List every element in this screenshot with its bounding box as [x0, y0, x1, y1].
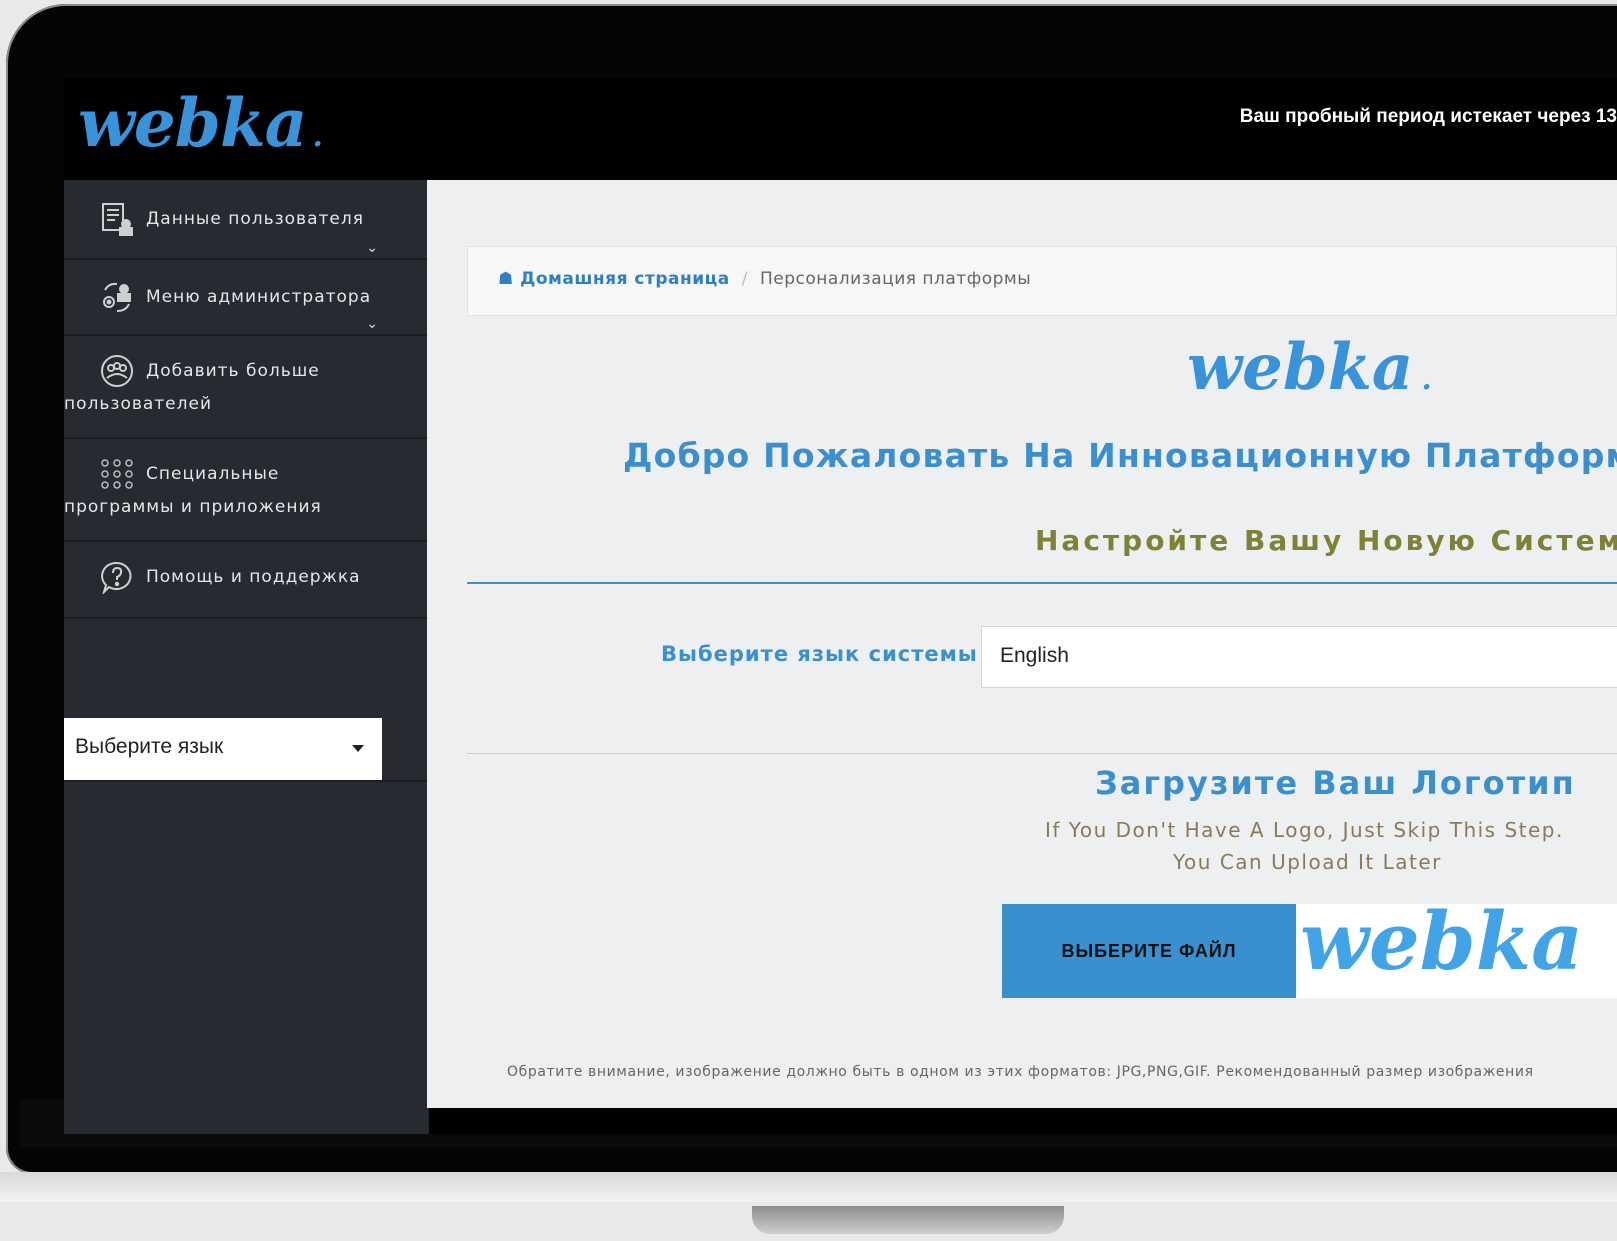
format-note: Обратите внимание, изображение должно бы…	[507, 1064, 1534, 1080]
header-logo[interactable]: webka.	[78, 84, 323, 162]
apps-grid-icon	[100, 457, 134, 491]
sidebar-item-label-line1: Добавить больше	[146, 361, 320, 381]
brand-logo: webka.	[1187, 330, 1432, 405]
user-data-icon	[100, 202, 134, 236]
choose-file-button[interactable]: ВЫБЕРИТЕ ФАЙЛ	[1002, 904, 1296, 998]
home-icon: ☗	[498, 269, 514, 289]
breadcrumb-home-label: Домашняя страница	[520, 269, 730, 289]
trial-notice: Ваш пробный период истекает через 13	[1239, 106, 1617, 127]
laptop-base	[0, 1172, 1617, 1202]
logo-preview-image: webka	[1300, 904, 1583, 988]
sidebar-item-label-line2: пользователей	[64, 394, 213, 414]
breadcrumb: ☗ Домашняя страница / Персонализация платф…	[467, 246, 1617, 316]
admin-menu-icon	[100, 280, 134, 314]
sidebar-item-admin-menu[interactable]: Меню администратора ⌄	[64, 260, 429, 336]
chevron-down-icon[interactable]: ⌄	[366, 316, 379, 332]
header-logo-text: webka	[78, 84, 307, 162]
system-language-select[interactable]: English	[981, 626, 1617, 688]
sidebar-item-label: Данные пользователя	[146, 209, 364, 229]
laptop-hinge	[752, 1206, 1064, 1234]
language-select[interactable]: Выберите язык	[64, 718, 382, 780]
sidebar-item-user-data[interactable]: Данные пользователя ⌄	[64, 180, 429, 260]
sidebar: Данные пользователя ⌄ Меню администратор…	[64, 180, 429, 1134]
sidebar-item-add-users[interactable]: Добавить больше пользователей	[64, 336, 429, 439]
sidebar-item-help[interactable]: Помощь и поддержка	[64, 542, 429, 619]
screen: webka. Ваш пробный период истекает через…	[64, 78, 1617, 1134]
upload-logo-title: Загрузите Ваш Логотип	[1095, 764, 1576, 802]
sidebar-item-special-apps[interactable]: Специальные программы и приложения	[64, 439, 429, 542]
help-icon	[100, 560, 134, 596]
breadcrumb-separator: /	[741, 269, 748, 289]
caret-down-icon	[352, 745, 364, 752]
welcome-heading: Добро Пожаловать На Инновационную Платфо…	[623, 436, 1617, 475]
setup-subheading: Настройте Вашу Новую Систем	[1035, 524, 1617, 557]
divider	[64, 780, 429, 782]
add-users-icon	[100, 354, 134, 388]
divider	[467, 582, 1617, 584]
sidebar-item-label: Меню администратора	[146, 287, 372, 307]
divider	[467, 753, 1617, 754]
upload-hint: If You Don't Have A Logo, Just Skip This…	[1045, 818, 1564, 842]
header-logo-dot: .	[312, 119, 323, 154]
main-content: ☗ Домашняя страница / Персонализация платф…	[427, 180, 1617, 1108]
upload-hint: You Can Upload It Later	[1173, 850, 1442, 874]
language-select-value: Выберите язык	[75, 735, 224, 758]
brand-logo-dot: .	[1421, 362, 1432, 397]
chevron-down-icon[interactable]: ⌄	[366, 240, 379, 256]
sidebar-item-label-line1: Специальные	[146, 464, 280, 484]
logo-preview: webka	[1296, 904, 1617, 998]
system-language-label: Выберите язык системы	[661, 642, 978, 666]
sidebar-item-label-line2: программы и приложения	[64, 497, 322, 517]
sidebar-item-label: Помощь и поддержка	[146, 567, 361, 587]
brand-logo-text: webka	[1187, 330, 1414, 405]
breadcrumb-home-link[interactable]: ☗ Домашняя страница	[498, 269, 730, 289]
breadcrumb-current: Персонализация платформы	[759, 269, 1032, 289]
